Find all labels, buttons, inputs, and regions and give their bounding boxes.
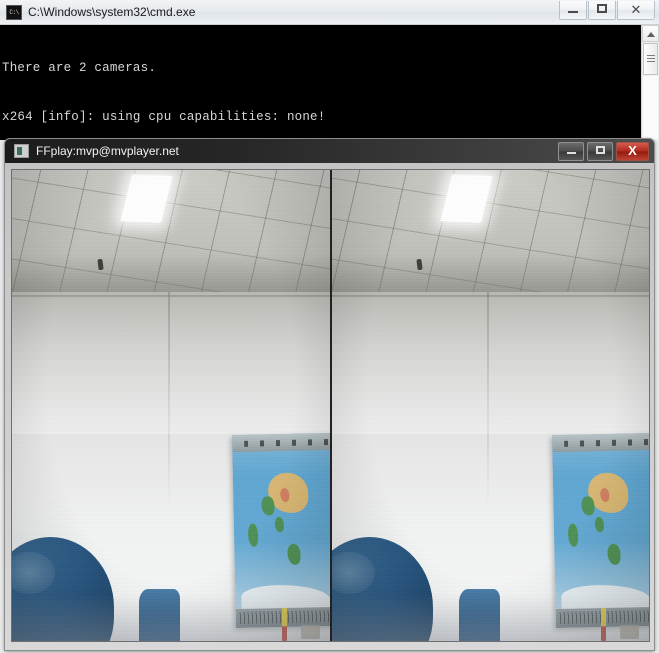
map-landmass bbox=[567, 523, 579, 547]
close-icon: X bbox=[628, 143, 637, 158]
cmd-titlebar[interactable]: C:\ C:\Windows\system32\cmd.exe ✕ bbox=[0, 0, 659, 25]
media-player-icon bbox=[14, 144, 29, 158]
ffplay-window-title: FFplay:mvp@mvplayer.net bbox=[36, 144, 179, 158]
cmd-minimize-button[interactable] bbox=[559, 1, 587, 20]
map-landmass bbox=[248, 523, 259, 547]
wall-light-haze bbox=[12, 292, 330, 434]
console-line: x264 [info]: using cpu capabilities: non… bbox=[2, 110, 326, 125]
cmd-console-output[interactable]: There are 2 cameras. x264 [info]: using … bbox=[0, 25, 659, 140]
ceiling bbox=[12, 170, 330, 298]
scroll-up-arrow-icon[interactable] bbox=[642, 25, 659, 42]
cmd-console-icon: C:\ bbox=[6, 5, 22, 20]
scrollbar-track[interactable] bbox=[643, 76, 658, 139]
ceiling bbox=[331, 170, 649, 298]
poster-top-rail bbox=[232, 432, 330, 453]
ffplay-minimize-button[interactable] bbox=[558, 142, 584, 161]
cmd-console-text: There are 2 cameras. x264 [info]: using … bbox=[2, 27, 634, 140]
ffplay-window: FFplay:mvp@mvplayer.net X bbox=[4, 138, 655, 651]
video-stage[interactable] bbox=[11, 169, 650, 642]
maximize-icon bbox=[597, 4, 607, 14]
cmd-window: C:\ C:\Windows\system32\cmd.exe ✕ There … bbox=[0, 0, 659, 140]
floor-shading bbox=[12, 593, 330, 641]
map-landmass bbox=[274, 516, 285, 533]
poster-top-rail bbox=[551, 432, 649, 453]
minimize-icon bbox=[566, 152, 576, 155]
map-landmass bbox=[287, 543, 302, 565]
ffplay-titlebar[interactable]: FFplay:mvp@mvplayer.net X bbox=[4, 138, 655, 163]
console-line: There are 2 cameras. bbox=[2, 60, 157, 75]
maximize-icon bbox=[595, 146, 605, 155]
map-landmass bbox=[280, 487, 290, 502]
map-landmass bbox=[261, 495, 275, 516]
map-landmass bbox=[606, 543, 621, 565]
cmd-vertical-scrollbar[interactable] bbox=[641, 25, 659, 140]
cmd-maximize-button[interactable] bbox=[588, 1, 616, 20]
video-pane-camera-1[interactable] bbox=[12, 170, 330, 641]
scrollbar-thumb[interactable] bbox=[643, 43, 658, 75]
video-scene bbox=[12, 170, 330, 641]
video-scene bbox=[331, 170, 649, 641]
chair-highlight bbox=[12, 551, 56, 594]
ffplay-client-area bbox=[4, 163, 655, 651]
wall-light-haze bbox=[331, 292, 649, 434]
ceiling-sensor bbox=[97, 259, 104, 271]
ceiling-shading bbox=[12, 253, 330, 298]
cmd-window-title: C:\Windows\system32\cmd.exe bbox=[28, 5, 196, 19]
chair-highlight bbox=[331, 551, 375, 594]
map-landmass bbox=[594, 516, 604, 533]
map-landmass bbox=[581, 495, 595, 516]
minimize-icon bbox=[568, 10, 578, 13]
ceiling-shading bbox=[331, 253, 649, 298]
ffplay-maximize-button[interactable] bbox=[587, 142, 613, 161]
floor-shading bbox=[331, 593, 649, 641]
close-icon: ✕ bbox=[630, 2, 642, 17]
cmd-close-button[interactable]: ✕ bbox=[617, 1, 655, 20]
video-pane-camera-2[interactable] bbox=[331, 170, 649, 641]
map-landmass bbox=[599, 487, 610, 502]
ffplay-close-button[interactable]: X bbox=[616, 142, 649, 161]
